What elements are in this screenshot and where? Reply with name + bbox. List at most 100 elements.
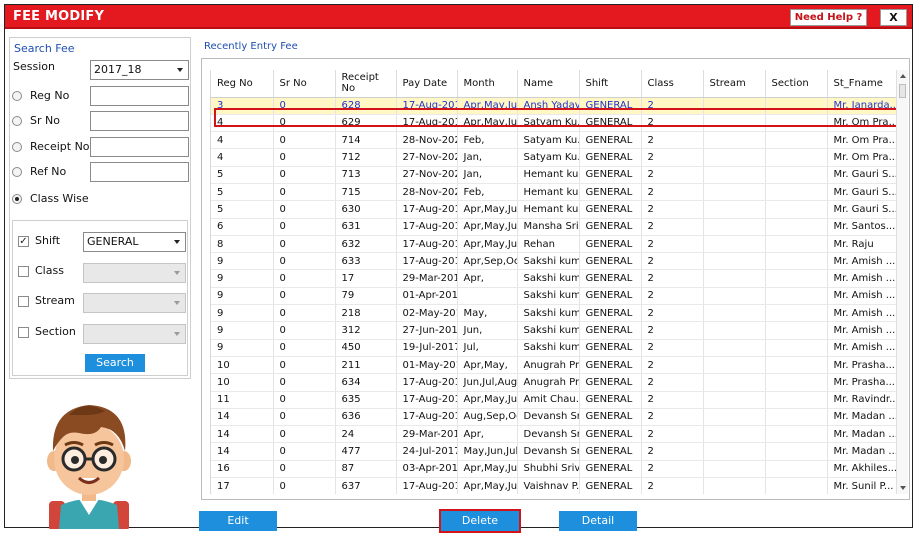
table-cell (703, 373, 766, 392)
table-cell (703, 114, 766, 133)
table-row[interactable]: 14047724-Jul-2017May,Jun,Jul,Devansh Sri… (211, 442, 896, 461)
vertical-scrollbar[interactable] (896, 70, 908, 494)
class-checkbox[interactable] (18, 266, 29, 277)
table-row[interactable]: 907901-Apr-2017 Sakshi kum...GENERAL2 Mr. … (211, 287, 896, 306)
table-cell: 17-Aug-2017 (396, 114, 458, 133)
table-cell: 5 (211, 166, 274, 184)
column-header[interactable]: Stream (703, 70, 766, 98)
table-cell: 630 (335, 200, 397, 219)
table-cell: 17 (335, 269, 397, 288)
column-header[interactable]: Class (641, 70, 704, 98)
class-wise-filter-panel: ✓ Shift GENERAL Class Stream Section Sea… (12, 220, 188, 376)
section-checkbox[interactable] (18, 327, 29, 338)
need-help-button[interactable]: Need Help ? (790, 9, 867, 26)
column-header[interactable]: Pay Date (396, 70, 458, 98)
table-cell: Mr. Amish ... (827, 287, 896, 306)
table-cell: Apr, (457, 269, 518, 288)
student-mascot-illustration (47, 405, 131, 529)
table-row[interactable]: 10063417-Aug-2017Jun,Jul,Aug...Anugrah P… (211, 373, 896, 392)
table-row[interactable]: 1402429-Mar-2017Apr,Devansh Sri...GENERA… (211, 425, 896, 444)
table-cell: Mr. Amish ... (827, 321, 896, 340)
delete-button[interactable]: Delete (441, 511, 519, 531)
table-row[interactable]: 9063317-Aug-2017Apr,Sep,Oc...Sakshi kum.… (211, 252, 896, 271)
receipt-no-input[interactable] (90, 137, 189, 157)
table-cell: 11 (211, 391, 274, 409)
table-cell: Feb, (457, 183, 518, 202)
table-cell (457, 287, 518, 306)
section-dropdown[interactable] (83, 324, 186, 344)
table-cell: 03-Apr-2017 (396, 460, 458, 479)
table-cell: Apr,May,Ju... (457, 97, 518, 115)
column-header[interactable]: Sr No (273, 70, 336, 98)
table-row[interactable]: 3062817-Aug-2017Apr,May,Ju...Ansh YadavG… (211, 97, 896, 115)
table-row[interactable]: 5071528-Nov-2020Feb,Hemant ku...GENERAL2… (211, 183, 896, 202)
sr-no-input[interactable] (90, 111, 189, 131)
scroll-up-icon[interactable] (900, 74, 906, 78)
receipt-no-radio[interactable] (12, 142, 22, 152)
table-cell: 2 (641, 235, 704, 254)
table-row[interactable]: 4071428-Nov-2020Feb,Satyam Ku...GENERAL2… (211, 131, 896, 150)
table-row[interactable]: 10021101-May-2017Apr,May,Anugrah Pr...GE… (211, 356, 896, 375)
column-header[interactable]: Name (517, 70, 580, 98)
column-header[interactable]: Month (457, 70, 518, 98)
table-row[interactable]: 901729-Mar-2017Apr,Sakshi kum...GENERAL2… (211, 269, 896, 288)
shift-dropdown[interactable]: GENERAL (83, 232, 186, 252)
table-row[interactable]: 17063717-Aug-2017Apr,May,Ju...Vaishnav P… (211, 477, 896, 494)
column-header[interactable]: Shift (579, 70, 642, 98)
table-cell: Amit Chau... (517, 391, 580, 409)
recently-entry-fee-title: Recently Entry Fee (204, 41, 298, 52)
scroll-down-icon[interactable] (900, 486, 906, 490)
shift-checkbox[interactable]: ✓ (18, 236, 29, 247)
table-cell: Ansh Yadav (517, 97, 580, 115)
session-dropdown[interactable]: 2017_18 (90, 60, 189, 80)
table-cell: 27-Jun-2017 (396, 321, 458, 340)
column-header[interactable]: Receipt No (335, 70, 397, 98)
window-title: FEE MODIFY (13, 9, 105, 24)
table-cell: 4 (211, 114, 274, 133)
table-row[interactable]: 14063617-Aug-2017Aug,Sep,Oc...Devansh Sr… (211, 408, 896, 427)
scrollbar-thumb[interactable] (899, 84, 906, 98)
table-cell: 0 (273, 148, 336, 167)
table-cell: Apr,May,Ju... (457, 477, 518, 494)
stream-dropdown[interactable] (83, 293, 186, 313)
table-cell: GENERAL (579, 321, 642, 340)
table-row[interactable]: 9021802-May-2017May,Sakshi kum...GENERAL… (211, 304, 896, 323)
column-header[interactable]: Section (765, 70, 828, 98)
table-cell: GENERAL (579, 287, 642, 306)
edit-button[interactable]: Edit (199, 511, 277, 531)
table-cell: 0 (273, 321, 336, 340)
search-button[interactable]: Search (85, 354, 145, 372)
close-button[interactable]: X (880, 9, 907, 26)
table-row[interactable]: 9045019-Jul-2017Jul,Sakshi kum...GENERAL… (211, 339, 896, 357)
table-cell: 01-Apr-2017 (396, 287, 458, 306)
class-dropdown[interactable] (83, 263, 186, 283)
table-cell: 0 (273, 131, 336, 150)
table-row[interactable]: 4071227-Nov-2020Jan,Satyam Ku...GENERAL2… (211, 148, 896, 167)
table-row[interactable]: 8063217-Aug-2017Apr,May,Ju...RehanGENERA… (211, 235, 896, 254)
table-cell: 5 (211, 200, 274, 219)
column-header[interactable]: St_Fname (827, 70, 896, 98)
table-row[interactable]: 6063117-Aug-2017Apr,May,Ju...Mansha Sri.… (211, 218, 896, 236)
detail-button[interactable]: Detail (559, 511, 637, 531)
stream-checkbox[interactable] (18, 296, 29, 307)
ref-no-radio[interactable] (12, 167, 22, 177)
column-header[interactable]: Reg No (211, 70, 274, 98)
table-cell: Vaishnav P... (517, 477, 580, 494)
table-row[interactable]: 5063017-Aug-2017Apr,May,Ju...Hemant ku..… (211, 200, 896, 219)
class-wise-radio[interactable] (12, 194, 22, 204)
table-row[interactable]: 1608703-Apr-2017Apr,May,Ju...Shubhi Sriv… (211, 460, 896, 479)
table-cell: 715 (335, 183, 397, 202)
sr-no-radio[interactable] (12, 116, 22, 126)
table-cell: Hemant ku... (517, 200, 580, 219)
table-row[interactable]: 9031227-Jun-2017Jun,Sakshi kum...GENERAL… (211, 321, 896, 340)
table-row[interactable]: 4062917-Aug-2017Apr,May,Ju...Satyam Ku..… (211, 114, 896, 133)
table-cell: 0 (273, 391, 336, 409)
reg-no-radio[interactable] (12, 91, 22, 101)
ref-no-input[interactable] (90, 162, 189, 182)
table-row[interactable]: 5071327-Nov-2020Jan,Hemant ku...GENERAL2… (211, 166, 896, 184)
table-cell (765, 200, 828, 219)
reg-no-input[interactable] (90, 86, 189, 106)
table-cell: Apr,May,Ju... (457, 200, 518, 219)
table-cell (703, 442, 766, 461)
table-row[interactable]: 11063517-Aug-2017Apr,May,Ju...Amit Chau.… (211, 391, 896, 409)
